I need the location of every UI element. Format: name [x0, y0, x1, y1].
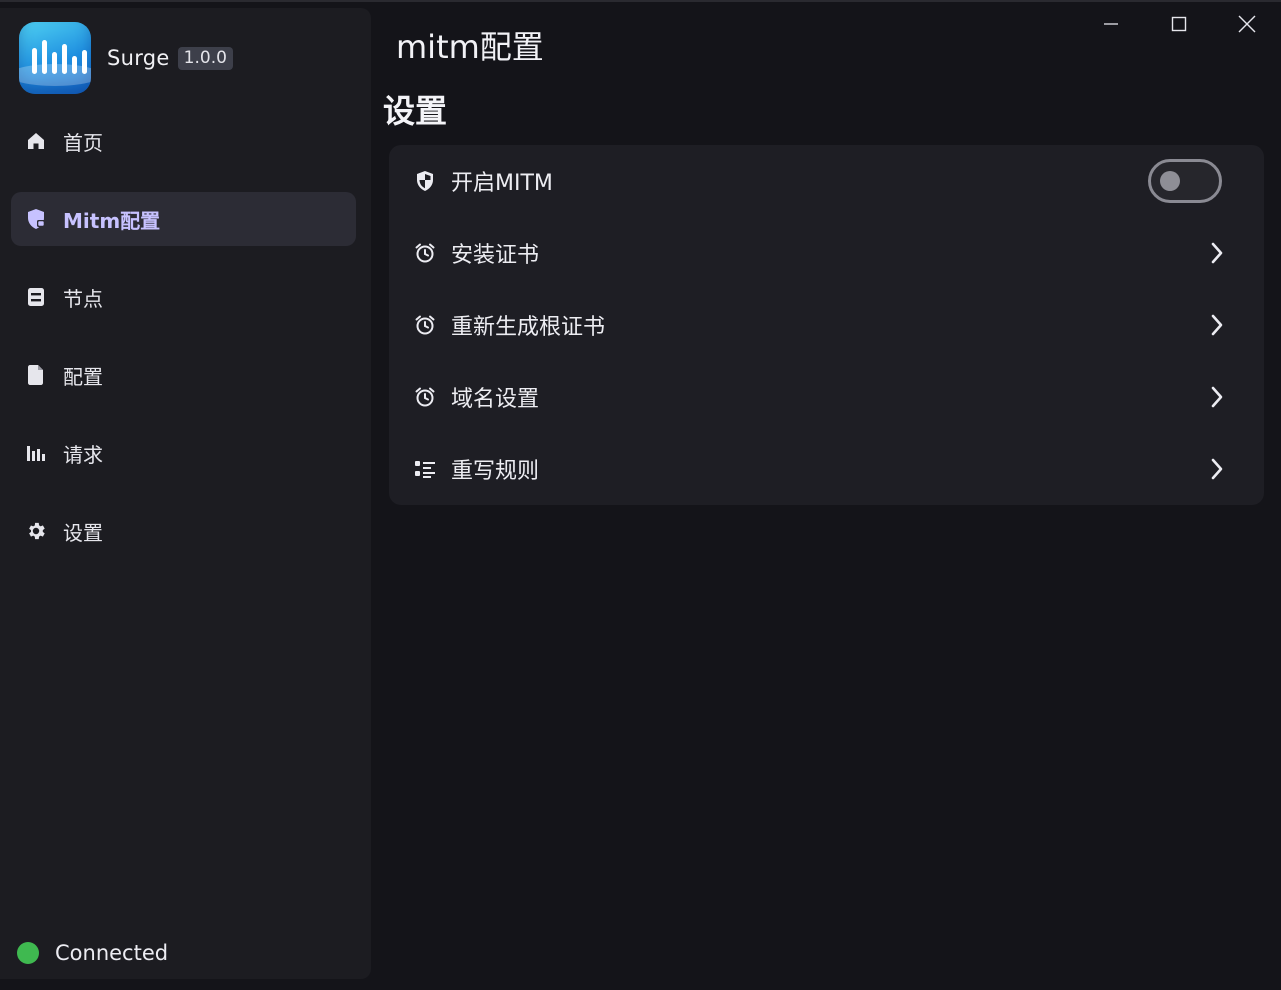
status-indicator-dot [17, 942, 39, 964]
shield-lock-icon [25, 208, 47, 230]
home-icon [25, 130, 47, 152]
minimize-button[interactable] [1077, 0, 1145, 48]
file-icon [25, 364, 47, 386]
sidebar-item-label: 节点 [63, 286, 103, 311]
alarm-clock-icon [413, 313, 437, 337]
sidebar-item-requests[interactable]: 请求 [11, 426, 356, 480]
app-window: Surge 1.0.0 首页 Mitm配置 节点 配置 请求 设置 Connec… [0, 0, 1281, 990]
sidebar-item-home[interactable]: 首页 [11, 114, 356, 168]
gear-icon [25, 520, 47, 542]
sidebar-item-label: 请求 [63, 442, 103, 467]
sidebar-item-nodes[interactable]: 节点 [11, 270, 356, 324]
alarm-clock-icon [413, 385, 437, 409]
setting-row-label: 重新生成根证书 [451, 315, 606, 340]
section-title: 设置 [383, 92, 448, 130]
sidebar-item-mitm[interactable]: Mitm配置 [11, 192, 356, 246]
bar-chart-icon [25, 442, 47, 464]
shield-icon [413, 169, 437, 193]
page-title: mitm配置 [396, 28, 544, 66]
setting-row-rewrite-rules[interactable]: 重写规则 [389, 433, 1264, 505]
sidebar-item-label: 首页 [63, 130, 103, 155]
setting-row-enable-mitm[interactable]: 开启MITM [389, 145, 1264, 217]
close-icon [1238, 15, 1256, 33]
setting-row-label: 安装证书 [451, 243, 540, 268]
minimize-icon [1104, 23, 1118, 25]
close-button[interactable] [1213, 0, 1281, 48]
chevron-right-icon [1206, 458, 1228, 480]
sidebar: Surge 1.0.0 首页 Mitm配置 节点 配置 请求 设置 Connec… [0, 8, 371, 979]
sidebar-nav: 首页 Mitm配置 节点 配置 请求 设置 [11, 114, 356, 582]
sidebar-item-label: 设置 [63, 520, 103, 545]
sidebar-item-config[interactable]: 配置 [11, 348, 356, 402]
status-label: Connected [55, 941, 169, 965]
window-controls [1077, 0, 1281, 48]
maximize-icon [1171, 16, 1187, 32]
setting-row-domain-settings[interactable]: 域名设置 [389, 361, 1264, 433]
toggle-knob [1160, 171, 1180, 191]
setting-row-regenerate-root-cert[interactable]: 重新生成根证书 [389, 289, 1264, 361]
settings-card: 开启MITM 安装证书 重新生成根证书 域名设置 重写规则 [389, 145, 1264, 505]
server-icon [25, 286, 47, 308]
setting-row-install-cert[interactable]: 安装证书 [389, 217, 1264, 289]
setting-row-label: 域名设置 [451, 387, 540, 412]
list-icon [413, 457, 437, 481]
version-badge: 1.0.0 [177, 46, 233, 70]
setting-row-label: 开启MITM [451, 171, 553, 196]
chevron-right-icon [1206, 314, 1228, 336]
setting-row-label: 重写规则 [451, 459, 540, 484]
sidebar-item-settings[interactable]: 设置 [11, 504, 356, 558]
sidebar-item-label: Mitm配置 [63, 208, 161, 233]
brand: Surge 1.0.0 [19, 22, 233, 94]
maximize-button[interactable] [1145, 0, 1213, 48]
chevron-right-icon [1206, 386, 1228, 408]
connection-status: Connected [17, 941, 168, 965]
app-name: Surge [107, 46, 170, 70]
alarm-clock-icon [413, 241, 437, 265]
sidebar-item-label: 配置 [63, 364, 103, 389]
chevron-right-icon [1206, 242, 1228, 264]
mitm-toggle[interactable] [1148, 159, 1222, 203]
app-logo-icon [19, 22, 91, 94]
